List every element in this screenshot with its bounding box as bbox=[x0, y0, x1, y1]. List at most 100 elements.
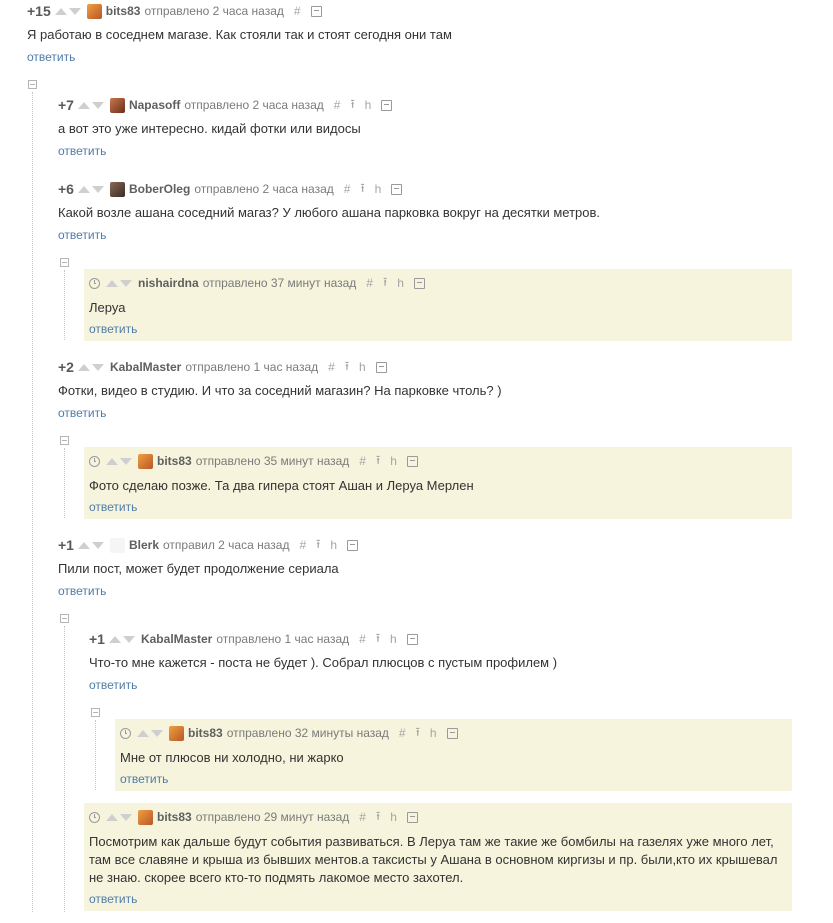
permalink-icon[interactable]: # bbox=[294, 4, 301, 18]
username[interactable]: KabalMaster bbox=[141, 632, 212, 646]
reply-link[interactable]: ответить bbox=[58, 144, 106, 158]
permalink-icon[interactable]: # bbox=[344, 182, 351, 196]
avatar[interactable] bbox=[169, 725, 184, 741]
username[interactable]: KabalMaster bbox=[110, 360, 181, 374]
save-icon[interactable] bbox=[406, 633, 418, 645]
reply-link[interactable]: ответить bbox=[58, 228, 106, 242]
parent-comment-icon[interactable]: ⭱ bbox=[416, 723, 420, 744]
thread-icon[interactable]: h bbox=[397, 276, 404, 290]
upvote-icon[interactable] bbox=[106, 813, 118, 821]
save-icon[interactable] bbox=[406, 811, 418, 823]
save-icon[interactable] bbox=[347, 539, 359, 551]
thread-icon[interactable]: h bbox=[330, 538, 337, 552]
username[interactable]: nishairdna bbox=[138, 276, 199, 290]
parent-comment-icon[interactable]: ⭱ bbox=[383, 273, 387, 294]
username[interactable]: Blerk bbox=[129, 538, 159, 552]
upvote-icon[interactable] bbox=[137, 729, 149, 737]
downvote-icon[interactable] bbox=[120, 279, 132, 287]
username[interactable]: BoberOleg bbox=[129, 182, 190, 196]
downvote-icon[interactable] bbox=[120, 457, 132, 465]
downvote-icon[interactable] bbox=[91, 363, 104, 371]
permalink-icon[interactable]: # bbox=[359, 810, 366, 824]
comment-text: Пили пост, может будет продолжение сериа… bbox=[58, 561, 339, 576]
upvote-icon[interactable] bbox=[77, 541, 90, 549]
thread-icon[interactable]: h bbox=[390, 810, 397, 824]
comment-new: nishairdna отправлено 37 минут назад # ⭱… bbox=[84, 269, 792, 341]
collapse-toggle[interactable] bbox=[91, 708, 100, 717]
comment-time: отправлено 37 минут назад bbox=[202, 276, 357, 290]
username[interactable]: bits83 bbox=[157, 454, 192, 468]
parent-comment-icon[interactable]: ⭱ bbox=[376, 629, 380, 650]
save-icon[interactable] bbox=[381, 99, 393, 111]
save-icon[interactable] bbox=[413, 277, 425, 289]
parent-comment-icon[interactable]: ⭱ bbox=[376, 451, 380, 472]
reply-link[interactable]: ответить bbox=[58, 584, 106, 598]
collapse-toggle[interactable] bbox=[60, 258, 69, 267]
collapse-toggle[interactable] bbox=[60, 436, 69, 445]
upvote-icon[interactable] bbox=[106, 279, 118, 287]
reply-link[interactable]: ответить bbox=[58, 406, 106, 420]
permalink-icon[interactable]: # bbox=[359, 632, 366, 646]
username[interactable]: bits83 bbox=[157, 810, 192, 824]
username[interactable]: bits83 bbox=[106, 4, 141, 18]
downvote-icon[interactable] bbox=[91, 101, 104, 109]
thread-icon[interactable]: h bbox=[390, 454, 397, 468]
downvote-icon[interactable] bbox=[151, 729, 163, 737]
upvote-icon[interactable] bbox=[54, 7, 67, 15]
reply-link[interactable]: ответить bbox=[89, 500, 137, 514]
save-icon[interactable] bbox=[391, 183, 403, 195]
downvote-icon[interactable] bbox=[68, 7, 81, 15]
upvote-icon[interactable] bbox=[77, 185, 90, 193]
permalink-icon[interactable]: # bbox=[399, 726, 406, 740]
reply-link[interactable]: ответить bbox=[89, 892, 137, 906]
reply-link[interactable]: ответить bbox=[89, 678, 137, 692]
comment-rating: +7 bbox=[58, 97, 74, 113]
parent-comment-icon[interactable]: ⭱ bbox=[316, 535, 320, 556]
downvote-icon[interactable] bbox=[91, 185, 104, 193]
downvote-icon[interactable] bbox=[91, 541, 104, 549]
permalink-icon[interactable]: # bbox=[299, 538, 306, 552]
collapse-toggle[interactable] bbox=[28, 80, 37, 89]
thread-icon[interactable]: h bbox=[375, 182, 382, 196]
parent-comment-icon[interactable]: ⭱ bbox=[350, 95, 354, 116]
comment-text: Фото сделаю позже. Та два гипера стоят А… bbox=[89, 478, 474, 493]
thread-icon[interactable]: h bbox=[365, 98, 372, 112]
save-icon[interactable] bbox=[446, 727, 458, 739]
save-icon[interactable] bbox=[406, 455, 418, 467]
reply-link[interactable]: ответить bbox=[120, 772, 168, 786]
permalink-icon[interactable]: # bbox=[359, 454, 366, 468]
thread-icon[interactable]: h bbox=[390, 632, 397, 646]
upvote-icon[interactable] bbox=[108, 635, 121, 643]
upvote-icon[interactable] bbox=[77, 101, 90, 109]
permalink-icon[interactable]: # bbox=[334, 98, 341, 112]
parent-comment-icon[interactable]: ⭱ bbox=[345, 357, 349, 378]
avatar[interactable] bbox=[138, 809, 153, 825]
parent-comment-icon[interactable]: ⭱ bbox=[376, 807, 380, 828]
thread-icon[interactable]: h bbox=[359, 360, 366, 374]
parent-comment-icon[interactable]: ⭱ bbox=[360, 179, 364, 200]
username[interactable]: Napasoff bbox=[129, 98, 180, 112]
save-icon[interactable] bbox=[310, 5, 322, 17]
permalink-icon[interactable]: # bbox=[366, 276, 373, 290]
avatar[interactable] bbox=[138, 453, 153, 469]
downvote-icon[interactable] bbox=[120, 813, 132, 821]
username[interactable]: bits83 bbox=[188, 726, 223, 740]
upvote-icon[interactable] bbox=[106, 457, 118, 465]
comment-time: отправил 2 часа назад bbox=[163, 538, 290, 552]
comment-time: отправлено 2 часа назад bbox=[144, 4, 284, 18]
avatar[interactable] bbox=[109, 537, 125, 553]
comment-rating: +2 bbox=[58, 359, 74, 375]
avatar[interactable] bbox=[109, 97, 125, 113]
upvote-icon[interactable] bbox=[77, 363, 90, 371]
avatar[interactable] bbox=[109, 181, 125, 197]
comment: +1 KabalMaster отправлено 1 час назад # … bbox=[89, 628, 799, 698]
reply-link[interactable]: ответить bbox=[27, 50, 75, 64]
reply-link[interactable]: ответить bbox=[89, 322, 137, 336]
avatar[interactable] bbox=[86, 3, 102, 19]
save-icon[interactable] bbox=[375, 361, 387, 373]
permalink-icon[interactable]: # bbox=[328, 360, 335, 374]
downvote-icon[interactable] bbox=[122, 635, 135, 643]
thread-icon[interactable]: h bbox=[430, 726, 437, 740]
collapse-toggle[interactable] bbox=[60, 614, 69, 623]
comment-text: а вот это уже интересно. кидай фотки или… bbox=[58, 121, 361, 136]
